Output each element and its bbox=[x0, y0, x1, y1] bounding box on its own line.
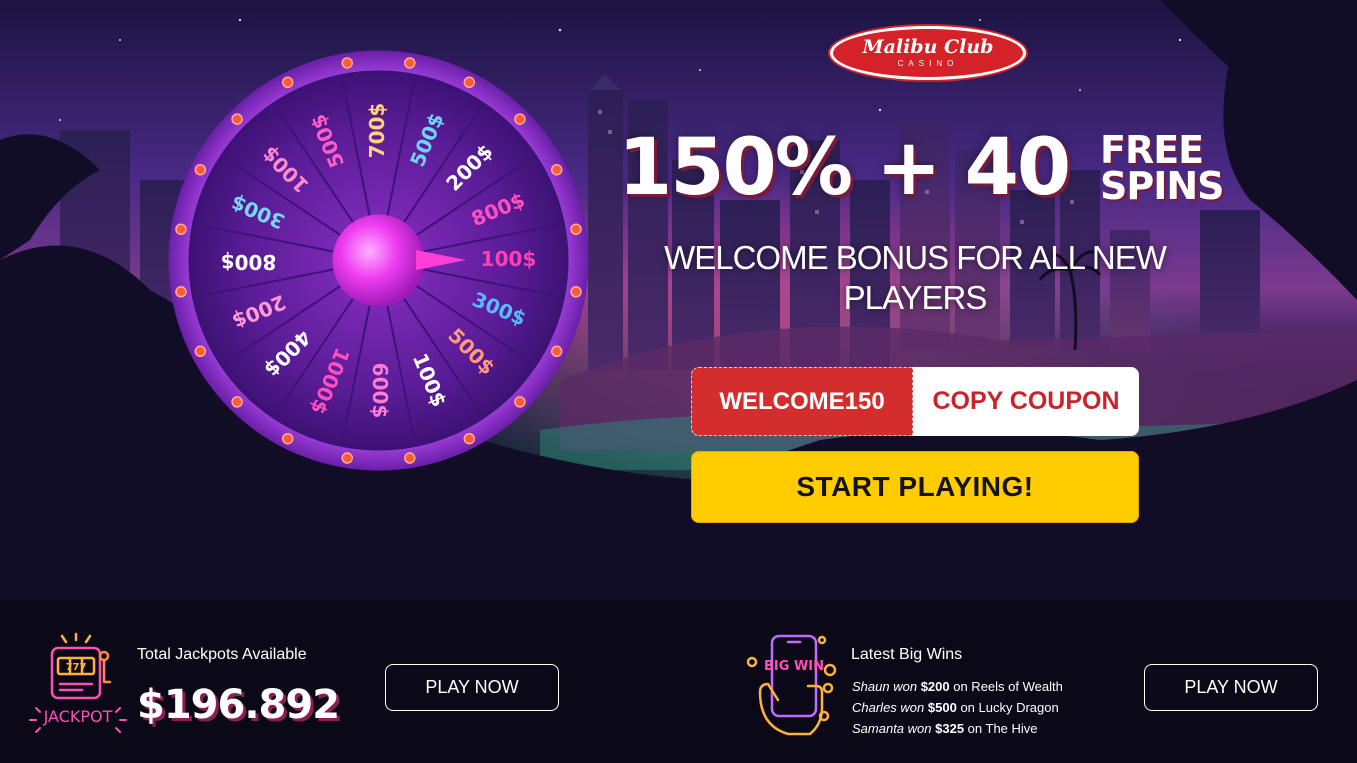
jackpot-label: Total Jackpots Available bbox=[137, 646, 307, 663]
wheel-bulb bbox=[514, 113, 526, 125]
wheel-bulb bbox=[570, 223, 582, 235]
wheel-bulb bbox=[281, 76, 294, 89]
win-entry-name: Charles won bbox=[852, 700, 925, 715]
latest-wins-label: Latest Big Wins bbox=[851, 646, 963, 663]
jackpot-icon-reels: 777 bbox=[66, 662, 87, 673]
win-entry-game: on Reels of Wealth bbox=[953, 679, 1063, 694]
jackpot-play-now-button[interactable]: PLAY NOW bbox=[385, 664, 559, 711]
win-entry: Shaun won $200 on Reels of Wealth bbox=[852, 676, 1063, 697]
welcome-subheadline: WELCOME BONUS FOR ALL NEW PLAYERS bbox=[664, 239, 1167, 316]
jackpot-slot-machine-icon: 777 JACKPOT bbox=[29, 632, 127, 733]
wheel-bulb bbox=[281, 432, 294, 445]
headline-main: 150% + 40 bbox=[618, 123, 1071, 213]
wheel-bulb bbox=[194, 345, 207, 358]
win-entry: Samanta won $325 on The Hive bbox=[852, 718, 1063, 739]
wheel-bulb bbox=[463, 76, 476, 89]
start-playing-button[interactable]: START PLAYING! bbox=[691, 451, 1139, 523]
wheel-segment-label: 600$ bbox=[368, 363, 392, 419]
jackpot-value: $196.892 bbox=[137, 682, 340, 728]
prize-wheel: 100$300$500$100$600$1000$400$200$800$300… bbox=[168, 50, 589, 471]
copy-coupon-button[interactable]: COPY COUPON bbox=[913, 367, 1139, 436]
wheel-bulb bbox=[341, 57, 353, 69]
latest-wins-list: Shaun won $200 on Reels of Wealth Charle… bbox=[852, 676, 1063, 739]
big-win-icon-text: BIG WIN bbox=[764, 659, 824, 674]
wheel-bulb bbox=[175, 286, 187, 298]
headline-free-spins: FREE SPINS bbox=[1100, 128, 1225, 208]
jackpot-icon-text: JACKPOT bbox=[43, 707, 113, 726]
wheel-bulb bbox=[404, 452, 416, 464]
wheel-bulb bbox=[231, 396, 243, 408]
big-win-phone-icon: BIG WIN bbox=[746, 634, 837, 736]
wheel-hub bbox=[332, 214, 425, 307]
win-entry-name: Samanta won bbox=[852, 721, 932, 736]
win-entry-amount: $200 bbox=[920, 679, 950, 694]
brand-logo[interactable]: Malibu Club CASINO bbox=[830, 26, 1026, 80]
wheel-segment-label: 100$ bbox=[481, 247, 537, 271]
wheel-bulb bbox=[570, 286, 582, 298]
brand-sub: CASINO bbox=[897, 59, 959, 68]
wheel-bulb bbox=[550, 163, 563, 176]
wheel-bulb bbox=[463, 432, 476, 445]
coupon-box: WELCOME150 COPY COUPON bbox=[691, 367, 1139, 436]
headline-free-1: FREE bbox=[1100, 128, 1204, 172]
wheel-bulb bbox=[194, 163, 207, 176]
win-entry: Charles won $500 on Lucky Dragon bbox=[852, 697, 1063, 718]
wheel-bulb bbox=[514, 396, 526, 408]
wheel-bulb bbox=[404, 57, 416, 69]
wheel-bulb bbox=[341, 452, 353, 464]
win-entry-amount: $325 bbox=[935, 721, 965, 736]
headline-free-2: SPINS bbox=[1100, 164, 1225, 208]
wheel-bulb bbox=[175, 223, 187, 235]
win-entry-amount: $500 bbox=[927, 700, 957, 715]
wheel-segment-label: 800$ bbox=[221, 250, 277, 274]
win-entry-game: on Lucky Dragon bbox=[960, 700, 1059, 715]
wheel-bulb bbox=[550, 345, 563, 358]
brand-name: Malibu Club bbox=[862, 36, 994, 58]
wheel-segment-label: 700$ bbox=[365, 103, 389, 159]
bonus-headline: 150% + 40 FREE SPINS bbox=[618, 128, 1238, 208]
win-entry-game: on The Hive bbox=[967, 721, 1038, 736]
wins-play-now-button[interactable]: PLAY NOW bbox=[1144, 664, 1318, 711]
wheel-bulb bbox=[231, 113, 243, 125]
coupon-code[interactable]: WELCOME150 bbox=[691, 367, 913, 436]
win-entry-name: Shaun won bbox=[852, 679, 918, 694]
